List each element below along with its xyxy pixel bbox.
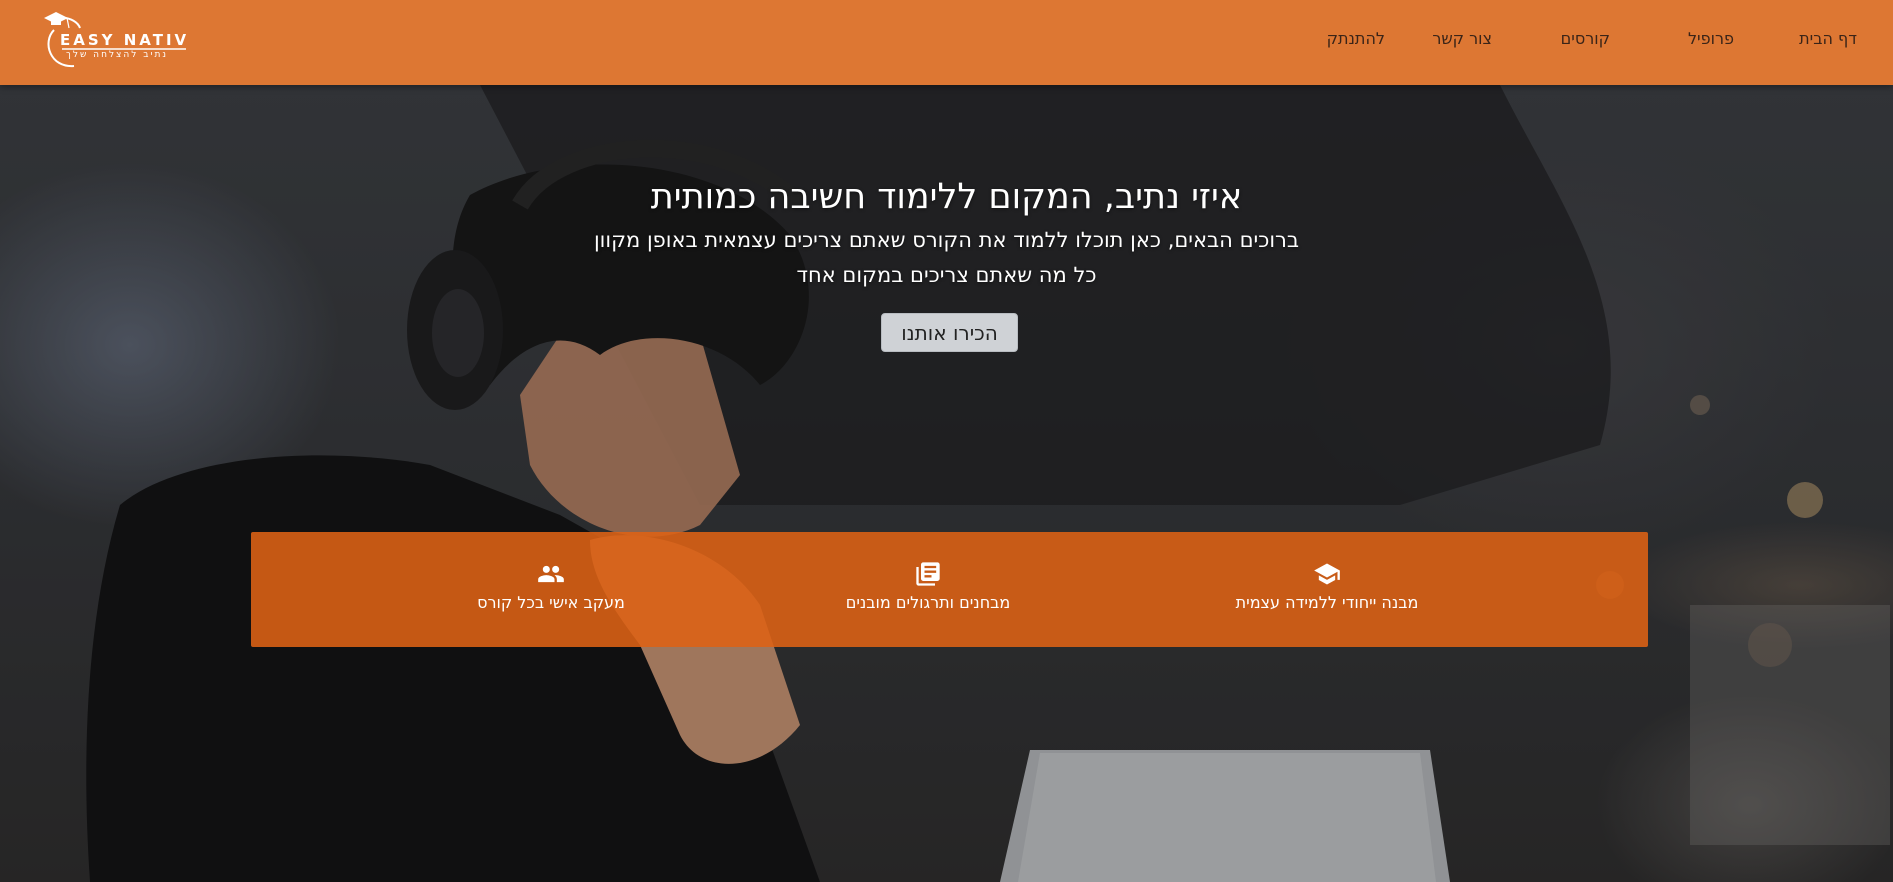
nav-courses[interactable]: קורסים (1561, 29, 1610, 48)
nav-profile[interactable]: פרופיל (1688, 29, 1734, 48)
hero-title: איזי נתיב, המקום ללימוד חשיבה כמותית (650, 177, 1243, 217)
features-band: מבנה ייחודי ללמידה עצמית מבחנים ותרגולים… (251, 532, 1648, 647)
feature-self-learning: מבנה ייחודי ללמידה עצמית (1167, 560, 1487, 612)
logo-tagline: נתיב להצלחה שלך (66, 50, 168, 60)
library-books-icon (916, 562, 940, 586)
feature-personal-tracking: מעקב אישי בכל קורס (391, 560, 711, 612)
feature-label: מבחנים ותרגולים מובנים (845, 593, 1011, 612)
about-us-button[interactable]: הכירו אותנו (881, 313, 1018, 352)
graduation-cap-icon (1314, 563, 1340, 585)
hero-section: איזי נתיב, המקום ללימוד חשיבה כמותית ברו… (0, 85, 1893, 882)
logo-brand: EASY NATIV (60, 31, 190, 49)
feature-exams-practice: מבחנים ותרגולים מובנים (768, 560, 1088, 612)
nav-home[interactable]: דף הבית (1799, 29, 1857, 48)
site-logo[interactable]: EASY NATIV נתיב להצלחה שלך (40, 4, 190, 70)
nav-contact[interactable]: צור קשר (1432, 29, 1492, 48)
hero-subtitle-2: כל מה שאתם צריכים במקום אחד (796, 263, 1097, 287)
feature-label: מעקב אישי בכל קורס (477, 593, 625, 612)
people-icon (538, 565, 564, 583)
top-navbar: EASY NATIV נתיב להצלחה שלך דף הבית פרופי… (0, 0, 1893, 85)
nav-logout[interactable]: להתנתק (1327, 29, 1385, 48)
hero-subtitle: ברוכים הבאים, כאן תוכלו ללמוד את הקורס ש… (593, 228, 1300, 252)
feature-label: מבנה ייחודי ללמידה עצמית (1235, 593, 1419, 612)
